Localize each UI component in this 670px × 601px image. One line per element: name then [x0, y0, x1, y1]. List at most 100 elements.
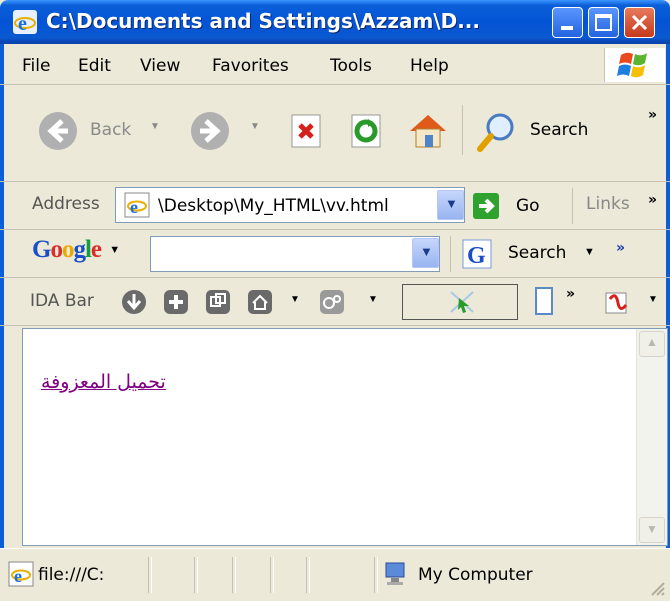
page-status-icon: e — [8, 561, 34, 587]
menu-bar: File Edit View Favorites Tools Help — [0, 44, 670, 85]
google-search-label: Search — [508, 243, 567, 263]
back-arrow-icon — [39, 112, 77, 150]
address-label: Address — [32, 194, 100, 214]
back-button[interactable]: Back ▼ — [36, 109, 166, 153]
maximize-button[interactable] — [588, 7, 619, 38]
address-dropdown-button[interactable]: ▼ — [437, 190, 464, 220]
google-input-dropdown[interactable]: ▼ — [412, 238, 439, 268]
stop-icon[interactable] — [290, 113, 324, 151]
address-value: \Desktop\My_HTML\vv.html — [158, 196, 389, 216]
google-logo-letter: o — [61, 236, 74, 263]
status-separator — [374, 557, 378, 593]
status-zone: My Computer — [418, 565, 533, 585]
menu-tools[interactable]: Tools — [330, 56, 372, 76]
links-more-chevron[interactable]: » — [648, 192, 657, 208]
back-label: Back — [90, 120, 132, 140]
house-icon[interactable] — [246, 288, 274, 316]
page-content: تحميل المعزوفة ▲ ▼ — [22, 328, 668, 546]
standard-toolbar: Back ▼ ▼ Search » — [0, 85, 670, 182]
page-ie-icon: e — [124, 192, 150, 218]
google-toolbar: Google ▼ ▼ G Search ▼ » — [0, 230, 670, 278]
status-separator — [270, 557, 274, 593]
close-button[interactable] — [624, 7, 655, 38]
forward-arrow-icon — [191, 112, 229, 150]
maximize-icon — [595, 14, 612, 31]
google-search-input[interactable] — [150, 236, 440, 272]
address-field[interactable]: e \Desktop\My_HTML\vv.html — [115, 187, 465, 223]
forward-dropdown-icon: ▼ — [250, 121, 260, 132]
scroll-up-button[interactable]: ▲ — [639, 331, 665, 357]
cursor-icon — [450, 291, 474, 313]
svg-text:e: e — [14, 566, 22, 586]
status-url: file:///C: — [38, 565, 105, 585]
windows-icon[interactable] — [204, 288, 232, 316]
status-separator — [194, 557, 198, 593]
ie-icon: e — [13, 10, 37, 35]
links-label[interactable]: Links — [586, 194, 630, 214]
ida-status-box — [402, 284, 518, 320]
back-dropdown-icon: ▼ — [150, 121, 160, 132]
search-magnifier-icon — [477, 113, 514, 152]
window-title: C:\Documents and Settings\Azzam\D... — [46, 9, 481, 33]
google-logo-letter: G — [32, 236, 51, 263]
menu-help[interactable]: Help — [410, 56, 449, 76]
chevron-down-icon: ▼ — [646, 522, 658, 536]
add-icon[interactable] — [162, 288, 190, 316]
pdf-icon[interactable] — [602, 287, 632, 317]
toolbar-separator — [572, 188, 573, 224]
minimize-button[interactable] — [552, 7, 583, 38]
google-menu-dropdown-icon: ▼ — [109, 244, 120, 256]
chevron-down-icon: ▼ — [445, 196, 458, 211]
toolbar-separator — [462, 105, 463, 155]
google-logo-letter: o — [50, 236, 62, 263]
google-logo[interactable]: Google ▼ — [32, 236, 120, 264]
search-button[interactable]: Search — [474, 109, 598, 153]
vertical-scrollbar[interactable]: ▲ ▼ — [636, 329, 667, 545]
status-bar: e file:///C: My Computer — [0, 548, 670, 601]
google-g-icon: G — [462, 239, 492, 269]
resize-grip-icon[interactable] — [648, 579, 666, 597]
refresh-icon[interactable] — [350, 113, 384, 151]
title-bar[interactable]: e C:\Documents and Settings\Azzam\D... — [0, 0, 670, 44]
windows-logo — [604, 48, 665, 82]
menu-edit[interactable]: Edit — [78, 56, 111, 76]
status-separator — [148, 557, 152, 593]
house-dropdown-icon[interactable]: ▼ — [290, 294, 300, 305]
svg-text:e: e — [18, 13, 27, 35]
toolbar-more-chevron[interactable]: » — [648, 107, 657, 123]
status-separator — [306, 557, 310, 593]
go-button[interactable]: Go — [470, 188, 550, 224]
page-icon[interactable] — [534, 286, 554, 316]
svg-text:G: G — [467, 243, 486, 269]
close-icon — [631, 14, 648, 31]
menu-favorites[interactable]: Favorites — [212, 56, 289, 76]
ida-bar-label: IDA Bar — [30, 291, 94, 311]
pdf-dropdown-icon[interactable]: ▼ — [648, 294, 658, 305]
browser-window: e C:\Documents and Settings\Azzam\D... F… — [0, 0, 670, 601]
google-search-button[interactable]: G Search ▼ — [460, 236, 596, 272]
address-bar: Address e \Desktop\My_HTML\vv.html ▼ Go … — [0, 182, 670, 230]
computer-icon — [385, 562, 405, 585]
ida-toolbar: IDA Bar ▼ ▼ » ▼ — [0, 278, 670, 326]
menu-file[interactable]: File — [22, 56, 50, 76]
windows-flag-icon — [617, 52, 647, 78]
settings-dropdown-icon[interactable]: ▼ — [368, 294, 378, 305]
go-arrow-icon — [473, 193, 499, 219]
download-link[interactable]: تحميل المعزوفة — [41, 371, 166, 393]
toolbar-separator — [450, 236, 451, 272]
search-label: Search — [530, 120, 589, 140]
svg-text:e: e — [130, 197, 138, 217]
minimize-icon — [561, 26, 573, 30]
chevron-up-icon: ▲ — [646, 335, 658, 349]
google-search-dropdown-icon: ▼ — [584, 246, 595, 258]
google-logo-letter: g — [73, 236, 85, 263]
scroll-down-button[interactable]: ▼ — [639, 517, 665, 543]
settings-icon[interactable] — [318, 288, 346, 316]
menu-view[interactable]: View — [140, 56, 180, 76]
status-separator — [232, 557, 236, 593]
download-icon[interactable] — [120, 288, 148, 316]
home-icon[interactable] — [406, 109, 450, 153]
ida-more-chevron[interactable]: » — [566, 286, 575, 302]
forward-button[interactable]: ▼ — [188, 109, 268, 153]
google-more-chevron[interactable]: » — [616, 240, 625, 256]
